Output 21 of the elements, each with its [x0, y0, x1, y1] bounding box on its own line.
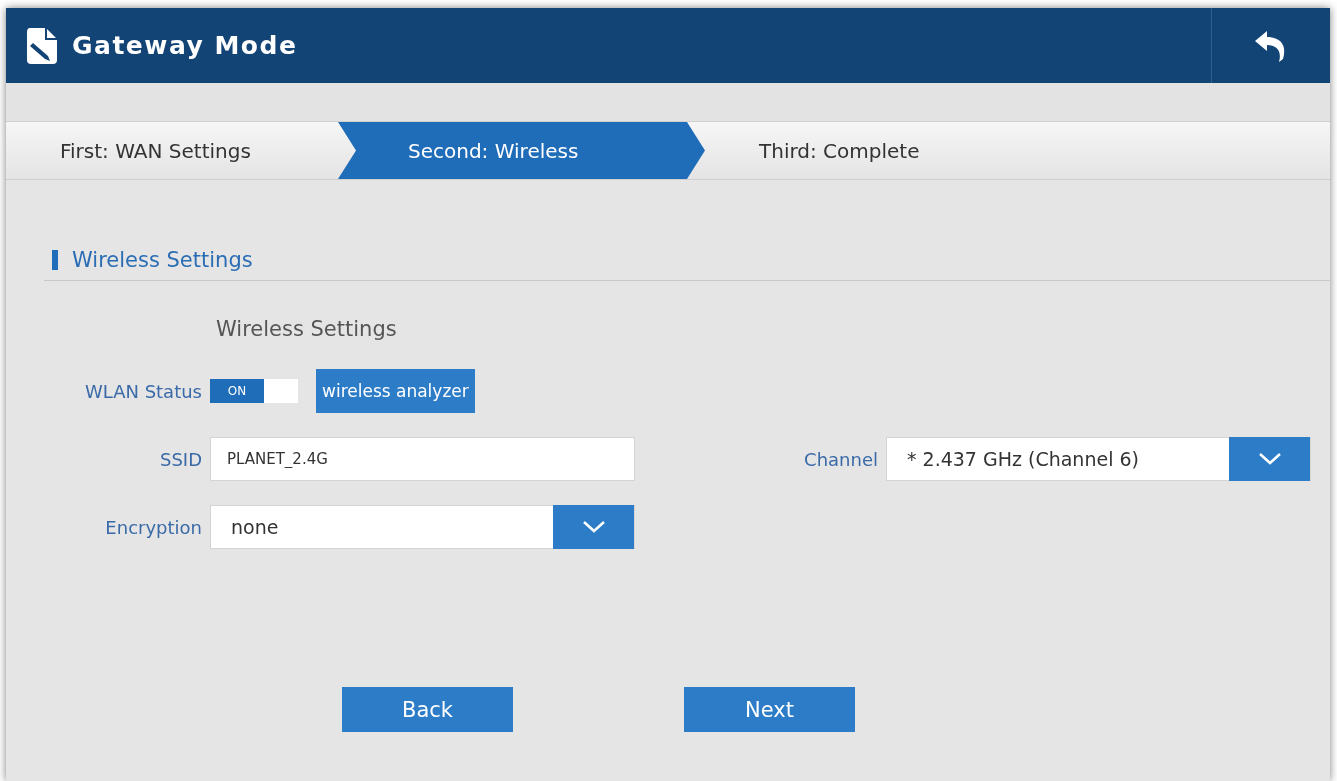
window-title: Gateway Mode: [72, 31, 299, 60]
wizard-step: First: WAN Settings: [6, 122, 338, 179]
wireless-analyzer-button[interactable]: wireless analyzer: [316, 369, 475, 413]
channel-dropdown[interactable]: * 2.437 GHz (Channel 6): [886, 437, 1311, 481]
form-subtitle: Wireless Settings: [216, 317, 398, 341]
section-title: Wireless Settings: [72, 248, 253, 272]
section-marker: [52, 250, 58, 270]
next-button[interactable]: Next: [684, 687, 855, 732]
encryption-dropdown[interactable]: none: [210, 505, 635, 549]
wizard-step: Second: Wireless: [338, 122, 705, 179]
wizard-step: Third: Complete: [705, 122, 1005, 179]
chevron-down-icon: [581, 520, 606, 534]
back-step-button[interactable]: Back: [342, 687, 513, 732]
wlan-toggle[interactable]: ON: [210, 379, 298, 403]
document-pencil-icon: [26, 26, 58, 65]
field-label: WLAN Status: [83, 380, 202, 402]
field-label: Encryption: [104, 516, 202, 538]
chevron-down-icon: [1257, 452, 1282, 466]
field-label: Channel: [803, 448, 878, 470]
field-label: SSID: [158, 448, 202, 470]
ssid-field[interactable]: PLANET_2.4G: [210, 437, 635, 481]
